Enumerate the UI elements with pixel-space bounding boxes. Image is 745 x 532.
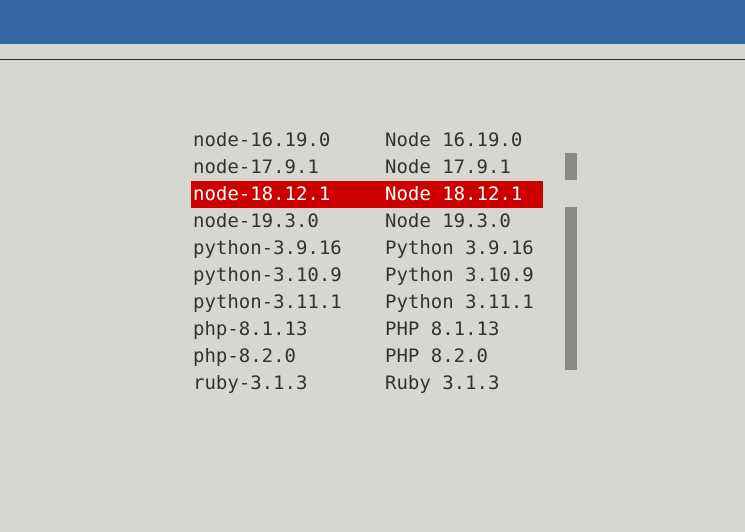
scrollbar-thumb[interactable] xyxy=(565,207,577,370)
menu-item[interactable]: node-17.9.1 Node 17.9.1 xyxy=(191,154,543,181)
menu-item-description: Node 16.19.0 xyxy=(385,129,523,151)
menu-item-description: Ruby 3.1.3 xyxy=(385,372,500,394)
separator-line xyxy=(0,59,745,60)
menu-item-name: python-3.9.16 xyxy=(193,237,342,259)
menu-item-name: node-18.12.1 xyxy=(193,183,331,205)
menu-item-selected[interactable]: node-18.12.1 Node 18.12.1 xyxy=(191,181,543,208)
menu-item-description: Node 17.9.1 xyxy=(385,156,511,178)
menu-item-description: PHP 8.1.13 xyxy=(385,318,500,340)
menu-item[interactable]: php-8.1.13 PHP 8.1.13 xyxy=(191,316,543,343)
menu-item[interactable]: node-16.19.0 Node 16.19.0 xyxy=(191,127,543,154)
menu-item-name: node-16.19.0 xyxy=(193,129,331,151)
menu-item-name: php-8.1.13 xyxy=(193,318,308,340)
menu-item[interactable]: php-8.2.0 PHP 8.2.0 xyxy=(191,343,543,370)
runtime-menu-list[interactable]: node-16.19.0 Node 16.19.0 node-17.9.1 No… xyxy=(191,127,543,397)
menu-item-name: python-3.11.1 xyxy=(193,291,342,313)
menu-item[interactable]: python-3.9.16 Python 3.9.16 xyxy=(191,235,543,262)
menu-item-name: python-3.10.9 xyxy=(193,264,342,286)
title-bar xyxy=(0,0,745,44)
menu-item[interactable]: python-3.11.1 Python 3.11.1 xyxy=(191,289,543,316)
menu-item-name: node-19.3.0 xyxy=(193,210,319,232)
scroll-position-indicator xyxy=(565,153,577,180)
menu-item[interactable]: ruby-3.1.3 Ruby 3.1.3 xyxy=(191,370,543,397)
menu-item-name: php-8.2.0 xyxy=(193,345,296,367)
menu-item-description: Python 3.9.16 xyxy=(385,237,534,259)
menu-item-description: PHP 8.2.0 xyxy=(385,345,488,367)
menu-item[interactable]: python-3.10.9 Python 3.10.9 xyxy=(191,262,543,289)
menu-item-description: Node 19.3.0 xyxy=(385,210,511,232)
menu-item-description: Python 3.11.1 xyxy=(385,291,534,313)
scrollbar[interactable] xyxy=(565,127,577,397)
menu-item[interactable]: node-19.3.0 Node 19.3.0 xyxy=(191,208,543,235)
menu-item-name: node-17.9.1 xyxy=(193,156,319,178)
menu-item-description: Python 3.10.9 xyxy=(385,264,534,286)
menu-item-description: Node 18.12.1 xyxy=(385,183,523,205)
menu-item-name: ruby-3.1.3 xyxy=(193,372,308,394)
